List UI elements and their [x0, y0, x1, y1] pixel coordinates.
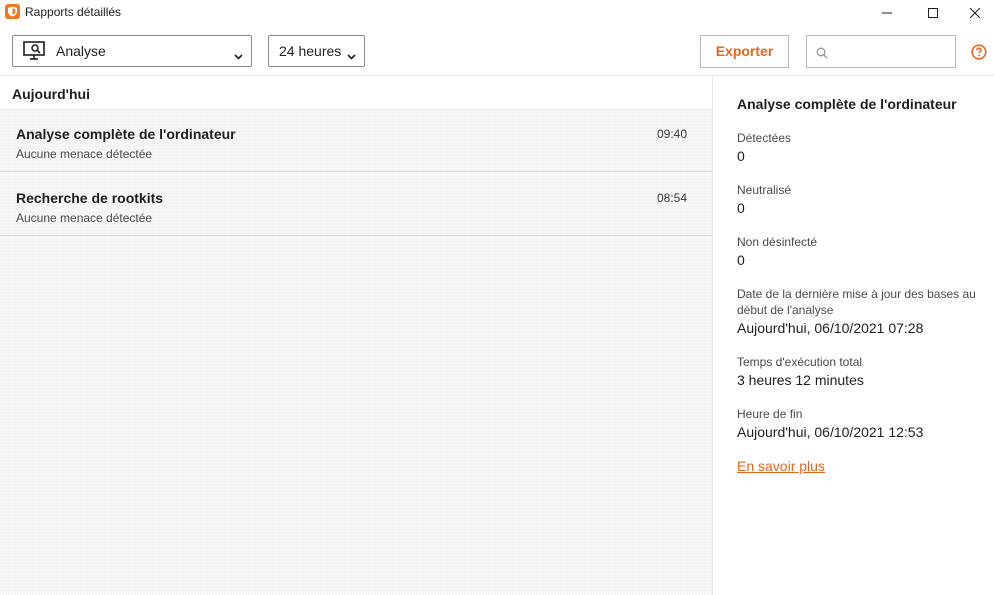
monitor-search-icon [23, 41, 47, 66]
export-button[interactable]: Exporter [700, 35, 789, 68]
report-list: Aujourd'hui Analyse complète de l'ordina… [0, 77, 712, 595]
search-input[interactable] [806, 35, 956, 68]
end-time-value: Aujourd'hui, 06/10/2021 12:53 [737, 424, 924, 440]
section-header: Aujourd'hui [0, 77, 712, 108]
item-title: Analyse complète de l'ordinateur [16, 126, 236, 142]
neutralized-value: 0 [737, 200, 745, 216]
maximize-button[interactable] [910, 0, 956, 26]
details-title: Analyse complète de l'ordinateur [737, 96, 957, 112]
toolbar: Analyse 24 heures Exporter [0, 26, 994, 76]
list-item[interactable]: Analyse complète de l'ordinateur Aucune … [0, 108, 712, 172]
report-type-select[interactable]: Analyse [12, 35, 252, 67]
close-button[interactable] [952, 0, 994, 26]
item-time: 09:40 [657, 127, 688, 141]
detected-label: Détectées [737, 131, 792, 145]
item-status: Aucune menace détectée [16, 147, 153, 161]
period-value: 24 heures [279, 43, 342, 59]
period-select[interactable]: 24 heures [268, 35, 365, 67]
learn-more-link[interactable]: En savoir plus [737, 458, 825, 474]
chevron-down-icon [347, 47, 356, 65]
details-panel: Analyse complète de l'ordinateur Détecté… [712, 77, 994, 595]
not-disinfected-value: 0 [737, 252, 745, 268]
window-title: Rapports détaillés [25, 5, 122, 19]
db-update-label: Date de la dernière mise à jour des base… [737, 287, 976, 317]
total-runtime-value: 3 heures 12 minutes [737, 372, 864, 388]
total-runtime-label: Temps d'exécution total [737, 355, 863, 369]
db-update-value: Aujourd'hui, 06/10/2021 07:28 [737, 320, 924, 336]
end-time-label: Heure de fin [737, 407, 803, 421]
title-bar: Rapports détaillés [0, 0, 994, 26]
shield-icon [5, 4, 20, 19]
detected-value: 0 [737, 148, 745, 164]
item-time: 08:54 [657, 191, 688, 205]
help-icon[interactable] [971, 44, 987, 60]
report-type-value: Analyse [56, 43, 106, 59]
item-status: Aucune menace détectée [16, 211, 153, 225]
list-item[interactable]: Recherche de rootkits Aucune menace déte… [0, 172, 712, 236]
neutralized-label: Neutralisé [737, 183, 792, 197]
item-title: Recherche de rootkits [16, 190, 164, 206]
search-icon [816, 46, 828, 64]
section-title: Aujourd'hui [12, 86, 90, 102]
minimize-button[interactable] [864, 0, 910, 26]
chevron-down-icon [234, 47, 243, 65]
not-disinfected-label: Non désinfecté [737, 235, 818, 249]
